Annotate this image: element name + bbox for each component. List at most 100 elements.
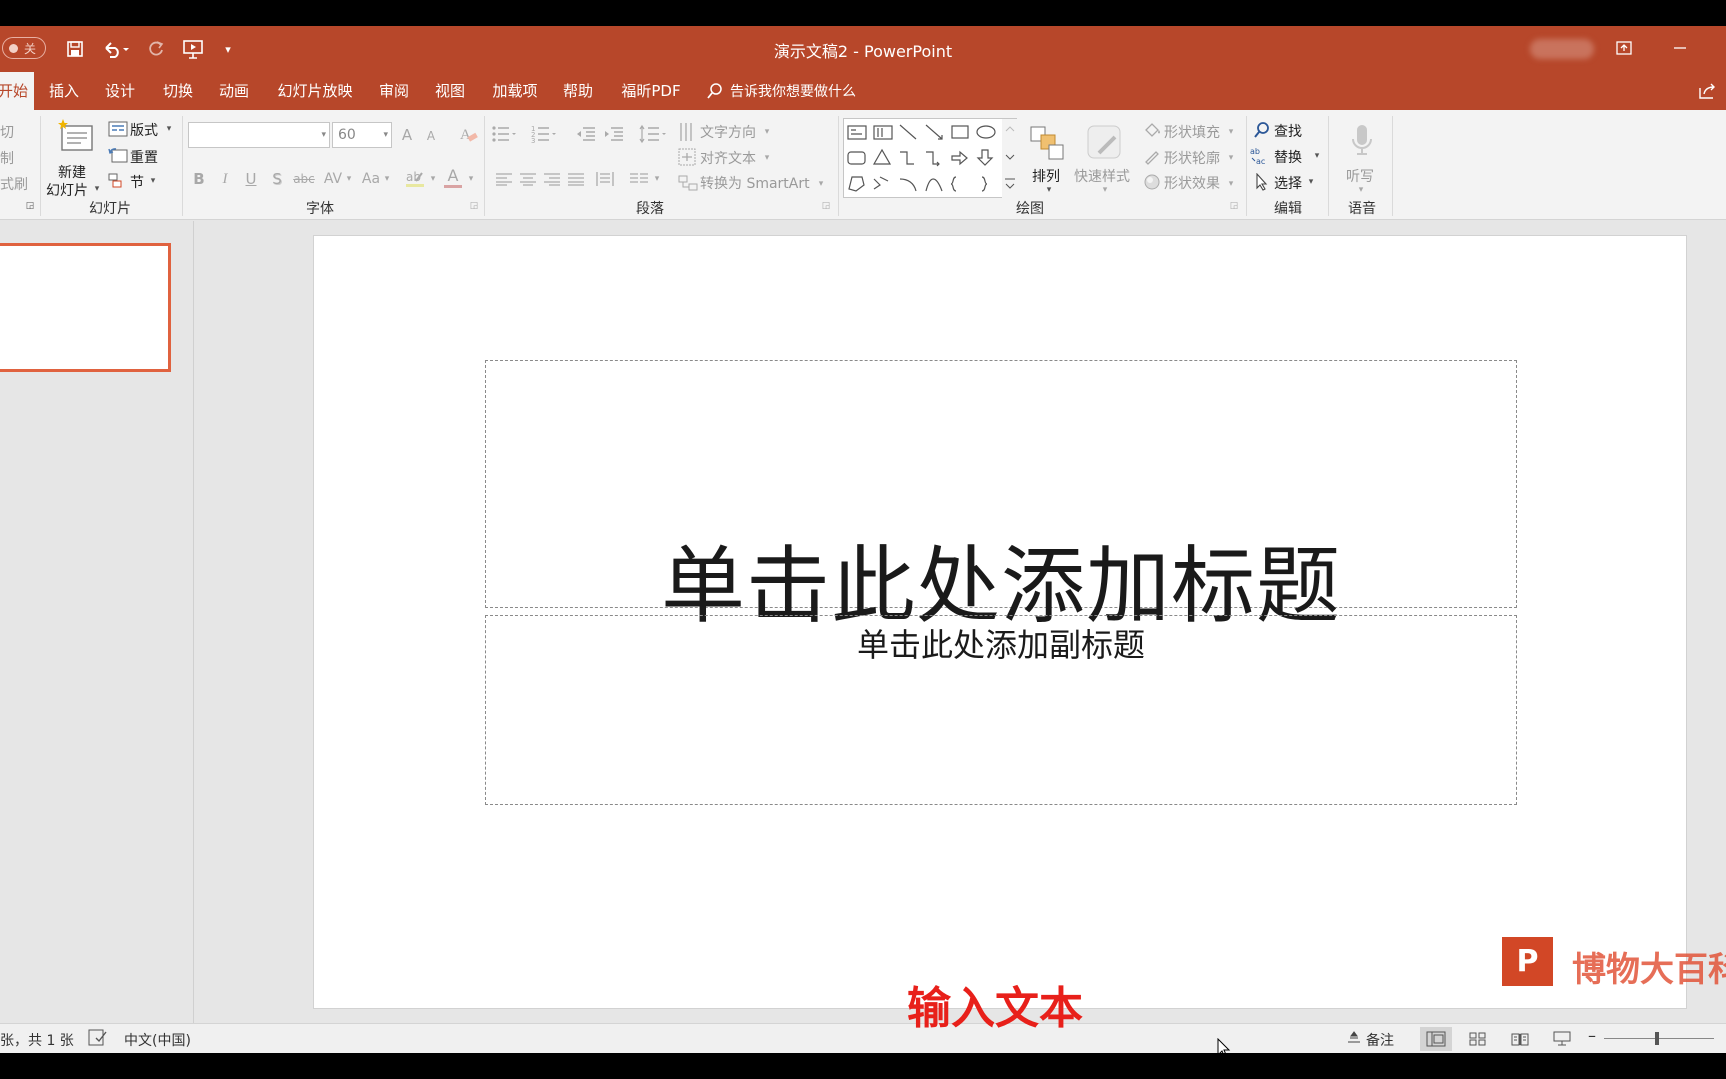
shape-effects-icon[interactable] (1142, 172, 1162, 192)
clipboard-launcher-icon[interactable]: ◲ (24, 200, 36, 212)
case-dropdown-icon[interactable]: ▾ (382, 168, 392, 190)
dictate-dropdown-icon[interactable]: ▾ (1356, 184, 1366, 196)
slide-thumbnail[interactable] (0, 243, 171, 372)
drawing-launcher-icon[interactable]: ◲ (1228, 200, 1240, 212)
bullets-icon[interactable] (490, 122, 520, 146)
slide-count[interactable]: 张，共 1 张 (0, 1030, 74, 1050)
increase-indent-icon[interactable] (602, 122, 626, 146)
section-icon[interactable] (108, 172, 128, 190)
find-button[interactable]: 查找 (1274, 121, 1302, 141)
reading-view-icon[interactable] (1504, 1027, 1536, 1051)
tab-slideshow[interactable]: 幻灯片放映 (270, 72, 360, 110)
zoom-slider[interactable] (1604, 1038, 1714, 1039)
shape-outline-dropdown-icon[interactable]: ▾ (1226, 150, 1236, 166)
shape-effects-dropdown-icon[interactable]: ▾ (1226, 176, 1236, 192)
tab-foxit-pdf[interactable]: 福昕PDF (614, 72, 688, 110)
highlight-dropdown-icon[interactable]: ▾ (428, 168, 438, 190)
line-spacing-icon[interactable] (638, 122, 670, 146)
section-button[interactable]: 节 (130, 172, 144, 192)
quick-styles-icon[interactable] (1084, 122, 1124, 162)
layout-dropdown-icon[interactable]: ▾ (164, 122, 174, 136)
shrink-font-button[interactable]: A (422, 126, 440, 146)
numbering-icon[interactable]: 123 (530, 122, 560, 146)
section-dropdown-icon[interactable]: ▾ (148, 174, 158, 188)
normal-view-icon[interactable] (1420, 1027, 1452, 1051)
font-color-dropdown-icon[interactable]: ▾ (466, 168, 476, 190)
select-button[interactable]: 选择 (1274, 173, 1302, 193)
ribbon-display-options-icon[interactable] (1612, 36, 1636, 60)
smartart-icon[interactable] (678, 172, 698, 194)
align-text-button[interactable]: 对齐文本 (700, 148, 756, 168)
arrange-dropdown-icon[interactable]: ▾ (1044, 184, 1054, 196)
new-slide-icon[interactable] (52, 116, 98, 156)
quick-styles-button[interactable]: 快速样式 (1074, 166, 1130, 186)
tab-view[interactable]: 视图 (428, 72, 472, 110)
minimize-icon[interactable] (1668, 36, 1692, 60)
bold-button[interactable]: B (190, 168, 208, 190)
replace-dropdown-icon[interactable]: ▾ (1312, 148, 1322, 164)
text-direction-icon[interactable] (678, 120, 694, 144)
shape-fill-dropdown-icon[interactable]: ▾ (1226, 124, 1236, 140)
distributed-icon[interactable] (594, 168, 616, 190)
tab-addins[interactable]: 加载项 (484, 72, 546, 110)
spellcheck-icon[interactable] (88, 1029, 108, 1051)
shape-fill-button[interactable]: 形状填充 (1164, 122, 1220, 142)
notes-icon[interactable] (1346, 1030, 1362, 1050)
shape-outline-button[interactable]: 形状轮廓 (1164, 148, 1220, 168)
tab-home[interactable]: 开始 (0, 72, 34, 110)
shapes-gallery[interactable] (843, 118, 1018, 199)
arrange-icon[interactable] (1028, 122, 1068, 162)
font-launcher-icon[interactable]: ◲ (468, 200, 480, 212)
replace-icon[interactable]: ab ac (1250, 146, 1272, 166)
zoom-out-icon[interactable]: – (1588, 1026, 1596, 1045)
paragraph-launcher-icon[interactable]: ◲ (820, 200, 832, 212)
align-text-dropdown-icon[interactable]: ▾ (762, 148, 772, 168)
dictate-button[interactable]: 听写 (1346, 166, 1374, 186)
font-name-combo[interactable]: ▾ (188, 122, 330, 148)
layout-icon[interactable] (108, 120, 128, 138)
change-case-button[interactable]: Aa (358, 168, 384, 190)
justify-icon[interactable] (566, 168, 586, 190)
font-size-combo[interactable]: 60 ▾ (332, 122, 392, 148)
tell-me-box[interactable]: 告诉我你想要做什么 (706, 72, 856, 110)
decrease-indent-icon[interactable] (574, 122, 598, 146)
layout-button[interactable]: 版式 (130, 120, 158, 140)
tab-transitions[interactable]: 切换 (156, 72, 200, 110)
align-right-icon[interactable] (542, 168, 562, 190)
slide-thumbnail-pane[interactable] (0, 221, 194, 1023)
grow-font-button[interactable]: A (398, 124, 416, 146)
shape-effects-button[interactable]: 形状效果 (1164, 173, 1220, 193)
title-placeholder[interactable]: 单击此处添加标题 (485, 360, 1517, 635)
find-icon[interactable] (1252, 120, 1272, 140)
text-direction-button[interactable]: 文字方向 (700, 122, 756, 142)
font-color-button[interactable]: A (444, 166, 462, 188)
select-cursor-icon[interactable] (1252, 172, 1272, 192)
tab-review[interactable]: 审阅 (372, 72, 416, 110)
tab-help[interactable]: 帮助 (556, 72, 600, 110)
zoom-slider-thumb[interactable] (1655, 1032, 1659, 1045)
new-slide-label-2[interactable]: 幻灯片 (46, 180, 88, 200)
text-direction-dropdown-icon[interactable]: ▾ (762, 122, 772, 142)
strikethrough-button[interactable]: abc (290, 168, 318, 190)
convert-to-smartart-button[interactable]: 转换为 SmartArt (700, 173, 810, 193)
underline-button[interactable]: U (242, 168, 260, 190)
align-center-icon[interactable] (518, 168, 538, 190)
shape-fill-icon[interactable] (1142, 120, 1162, 140)
share-icon[interactable] (1696, 80, 1718, 102)
arrange-button[interactable]: 排列 (1032, 166, 1060, 186)
italic-button[interactable]: I (216, 168, 234, 190)
highlight-color-icon[interactable]: ab (402, 166, 428, 190)
new-slide-dropdown-icon[interactable]: ▾ (92, 180, 102, 198)
slideshow-view-icon[interactable] (1546, 1027, 1578, 1051)
copy-button[interactable]: 制 (0, 148, 14, 168)
tab-animations[interactable]: 动画 (212, 72, 256, 110)
notes-button[interactable]: 备注 (1366, 1030, 1394, 1050)
account-name[interactable] (1530, 39, 1594, 59)
cut-button[interactable]: 切 (0, 122, 14, 142)
spacing-dropdown-icon[interactable]: ▾ (344, 168, 354, 190)
smartart-dropdown-icon[interactable]: ▾ (816, 174, 826, 194)
quick-styles-dropdown-icon[interactable]: ▾ (1100, 184, 1110, 196)
text-shadow-button[interactable]: S (268, 168, 286, 190)
language-indicator[interactable]: 中文(中国) (124, 1030, 191, 1050)
align-text-icon[interactable] (678, 146, 696, 168)
